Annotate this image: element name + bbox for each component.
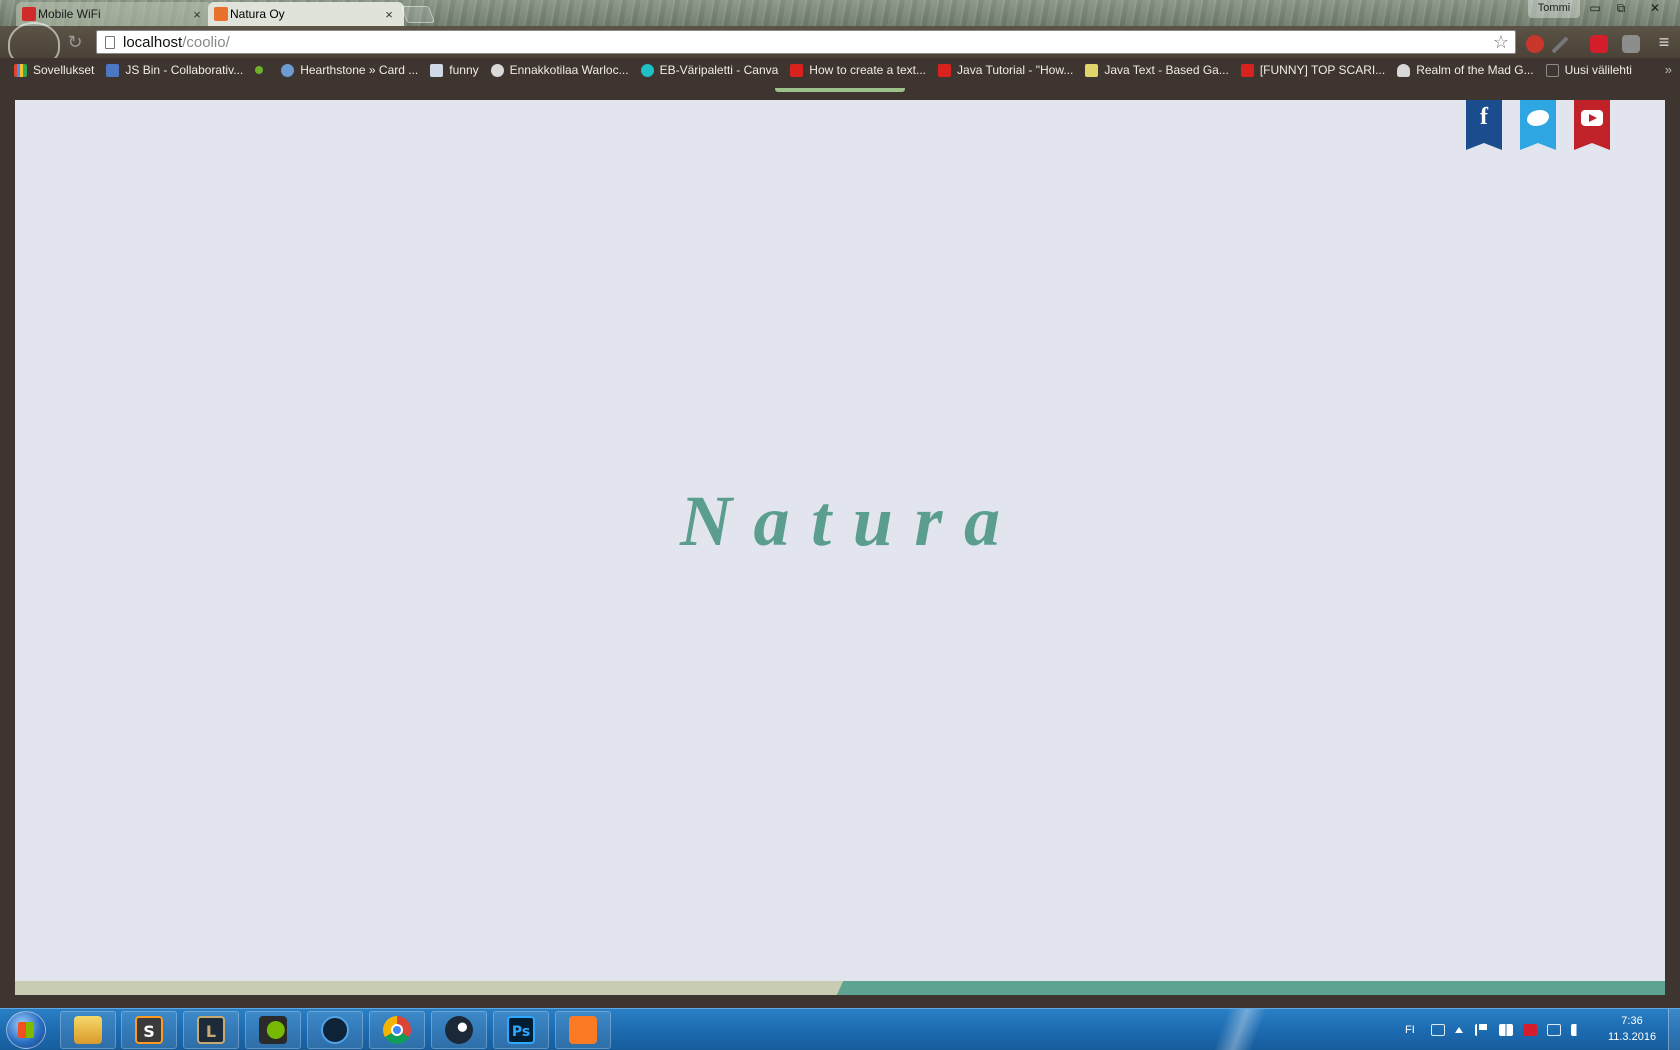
bookmark-rotmg[interactable]: Realm of the Mad G... <box>1391 59 1539 81</box>
windows-taskbar: S L Ps FI 7:36 11.3.2016 <box>0 1008 1680 1050</box>
network-icon[interactable] <box>1546 1024 1561 1036</box>
bookmark-sovellukset[interactable]: Sovellukset <box>8 59 100 81</box>
more-bookmarks-icon[interactable]: » <box>1665 58 1672 82</box>
taskbar-photoshop[interactable]: Ps <box>493 1011 549 1049</box>
show-desktop-button[interactable] <box>1668 1009 1680 1050</box>
extension-icon[interactable] <box>1622 35 1640 53</box>
bookmark-java-text-game[interactable]: Java Text - Based Ga... <box>1079 59 1235 81</box>
tab-label: Natura Oy <box>230 7 285 21</box>
taskbar-battlenet[interactable] <box>307 1011 363 1049</box>
youtube-play-icon <box>1581 110 1603 126</box>
acrobat-extension-icon[interactable] <box>1590 35 1608 53</box>
clock-time: 7:36 <box>1621 1015 1643 1027</box>
close-tab-icon[interactable]: × <box>190 7 204 22</box>
league-of-legends-icon: L <box>197 1016 225 1044</box>
tab-natura-oy[interactable]: Natura Oy × <box>208 2 404 26</box>
rotmg-icon <box>1397 63 1411 77</box>
volume-icon[interactable] <box>1570 1024 1585 1036</box>
bookmark-new-tab[interactable]: Uusi välilehti <box>1540 59 1638 81</box>
maximize-button[interactable]: ⧉ <box>1608 0 1634 18</box>
eyedropper-extension-icon[interactable] <box>1551 36 1569 54</box>
apps-grid-icon <box>14 63 27 77</box>
reddit-icon <box>430 63 444 77</box>
keyboard-icon[interactable] <box>1430 1024 1445 1036</box>
page-viewport: f Natura <box>15 100 1665 995</box>
page-title: Natura <box>679 481 1022 561</box>
adblock-extension-icon[interactable] <box>1526 35 1544 53</box>
steam-icon <box>490 63 504 77</box>
windows-logo-icon <box>18 1022 34 1038</box>
bookmark-jsbin[interactable]: JS Bin - Collaborativ... <box>100 59 249 81</box>
show-hidden-icons-icon[interactable] <box>1454 1027 1463 1033</box>
steam-icon <box>445 1016 473 1044</box>
taskbar-chrome[interactable] <box>369 1011 425 1049</box>
bookmark-hearthstone[interactable]: Hearthstone » Card ... <box>275 59 424 81</box>
start-button[interactable] <box>6 1011 46 1049</box>
hearthstone-icon <box>281 63 295 77</box>
footer-stripe <box>15 981 1665 995</box>
taskbar-shine <box>1200 1009 1280 1050</box>
xampp-icon <box>214 7 228 21</box>
page-icon <box>105 35 115 49</box>
bookmark-star-icon[interactable]: ☆ <box>1493 32 1509 53</box>
bookmark-java-tutorial[interactable]: Java Tutorial - "How... <box>932 59 1079 81</box>
close-tab-icon[interactable]: × <box>382 7 396 22</box>
bookmark-warlock[interactable]: Ennakkotilaa Warloc... <box>485 59 635 81</box>
youtube-icon <box>938 63 952 77</box>
bookmark-green-dot[interactable] <box>249 59 275 81</box>
twitter-icon[interactable] <box>1520 100 1556 150</box>
acrobat-tray-icon[interactable] <box>1522 1024 1537 1036</box>
canva-icon <box>640 63 654 77</box>
tab-label: Mobile WiFi <box>38 7 101 21</box>
green-dot-icon <box>255 66 264 74</box>
taskbar-nvidia[interactable] <box>245 1011 301 1049</box>
reload-icon[interactable]: ↻ <box>64 32 86 52</box>
jsbin-icon <box>106 63 120 77</box>
photoshop-icon: Ps <box>507 1016 535 1044</box>
language-indicator[interactable]: FI <box>1405 1024 1415 1036</box>
address-bar[interactable]: localhost /coolio/ ☆ <box>96 30 1516 54</box>
windows-update-icon[interactable] <box>1498 1024 1513 1036</box>
explorer-icon <box>74 1016 102 1044</box>
url-host: localhost <box>123 33 183 51</box>
bookmark-youtube-text[interactable]: How to create a text... <box>784 59 932 81</box>
battlenet-icon <box>321 1016 349 1044</box>
youtube-icon[interactable] <box>1574 100 1610 150</box>
profile-button[interactable]: Tommi <box>1528 0 1580 18</box>
sublime-text-icon: S <box>135 1016 163 1044</box>
browser-toolbar: ↻ localhost /coolio/ ☆ ≡ <box>0 22 1680 66</box>
facebook-icon[interactable]: f <box>1466 100 1502 150</box>
m-icon <box>1085 63 1099 77</box>
page-icon <box>1545 63 1559 77</box>
minimize-button[interactable]: ▭ <box>1582 0 1608 18</box>
action-center-flag-icon[interactable] <box>1474 1024 1489 1036</box>
youtube-icon <box>1240 63 1254 77</box>
nvidia-icon <box>259 1016 287 1044</box>
browser-titlebar: Mobile WiFi × Natura Oy × Tommi ▭ ⧉ ✕ <box>0 0 1680 26</box>
chrome-menu-icon[interactable]: ≡ <box>1654 32 1674 53</box>
bookmark-canva[interactable]: EB-Väripaletti - Canva <box>635 59 785 81</box>
huawei-icon <box>22 7 36 21</box>
page-top-indicator <box>775 82 905 92</box>
clock-date: 11.3.2016 <box>1607 1031 1657 1043</box>
taskbar-league-of-legends[interactable]: L <box>183 1011 239 1049</box>
new-tab-button[interactable] <box>400 6 436 23</box>
clock[interactable]: 7:36 11.3.2016 <box>1600 1013 1664 1045</box>
system-tray: FI <box>1405 1009 1595 1050</box>
xampp-icon <box>569 1016 597 1044</box>
taskbar-xampp[interactable] <box>555 1011 611 1049</box>
tab-mobile-wifi[interactable]: Mobile WiFi × <box>16 2 212 26</box>
taskbar-sublime-text[interactable]: S <box>121 1011 177 1049</box>
twitter-bird-icon <box>1527 110 1549 126</box>
chrome-icon <box>383 1016 411 1044</box>
bookmarks-bar: Sovellukset JS Bin - Collaborativ... Hea… <box>0 58 1680 82</box>
taskbar-steam[interactable] <box>431 1011 487 1049</box>
close-window-button[interactable]: ✕ <box>1642 0 1668 18</box>
youtube-icon <box>790 63 804 77</box>
bookmark-funny[interactable]: funny <box>424 59 484 81</box>
url-path: /coolio/ <box>182 33 230 51</box>
taskbar-explorer[interactable] <box>60 1011 116 1049</box>
bookmark-funny-scary[interactable]: [FUNNY] TOP SCARI... <box>1235 59 1391 81</box>
